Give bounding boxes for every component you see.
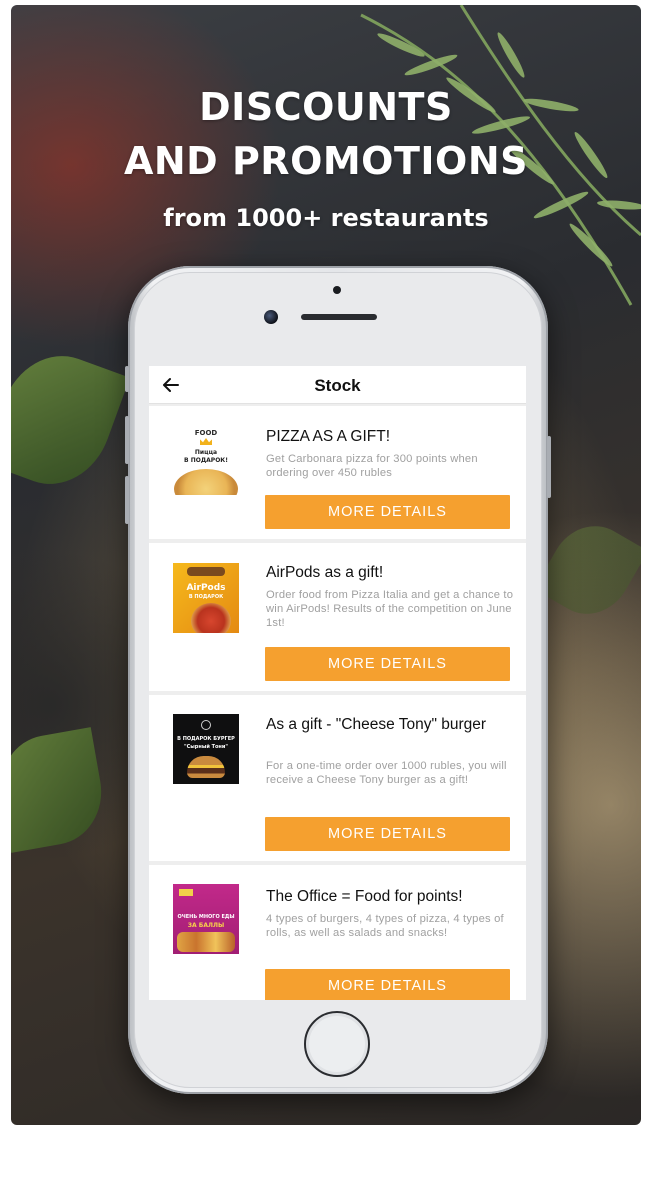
thumbnail-caption: В ПОДАРОК!	[184, 457, 228, 464]
list-item[interactable]: ОЧЕНЬ МНОГО ЕДЫ ЗА БАЛЛЫ The Office = Fo…	[149, 865, 526, 1000]
promo-thumbnail: ОЧЕНЬ МНОГО ЕДЫ ЗА БАЛЛЫ	[173, 884, 239, 954]
app-header: Stock	[149, 366, 526, 404]
promo-description: Order food from Pizza Italia and get a c…	[266, 589, 514, 629]
earpiece-speaker	[301, 314, 377, 320]
basil-leaf-decoration	[11, 340, 130, 500]
more-details-button[interactable]: MORE DETAILS	[265, 647, 510, 681]
pizza-image	[191, 603, 231, 633]
list-item[interactable]: В ПОДАРОК БУРГЕР "Сырный Тони" As a gift…	[149, 695, 526, 861]
burger-image	[187, 756, 225, 778]
brand-logo	[201, 720, 211, 730]
more-details-button[interactable]: MORE DETAILS	[265, 969, 510, 1000]
app-screen: Stock FOOD Пицца В ПОДАРОК! PIZZA AS A G…	[149, 366, 526, 1000]
thumbnail-caption: В ПОДАРОК БУРГЕР	[177, 736, 235, 742]
thumbnail-caption: "Сырный Тони"	[183, 744, 228, 750]
promo-description: Get Carbonara pizza for 300 points when …	[266, 453, 478, 479]
promo-thumbnail: AirPods В ПОДАРОК	[173, 563, 239, 633]
promo-thumbnail: FOOD Пицца В ПОДАРОК!	[173, 425, 239, 495]
promo-description: For a one-time order over 1000 rubles, y…	[266, 760, 507, 786]
promo-title: AirPods as a gift!	[266, 564, 384, 581]
thumbnail-logo: FOOD	[194, 429, 218, 437]
pizza-italia-logo	[187, 567, 225, 576]
thumbnail-caption: Пицца	[194, 449, 218, 456]
phone-side-button	[125, 476, 129, 524]
list-item[interactable]: AirPods В ПОДАРОК AirPods as a gift! Ord…	[149, 543, 526, 691]
promo-thumbnail: В ПОДАРОК БУРГЕР "Сырный Тони"	[173, 714, 239, 784]
promo-title: The Office = Food for points!	[266, 888, 463, 905]
screen-title: Stock	[314, 376, 361, 395]
basil-leaf-decoration	[11, 727, 110, 853]
proximity-sensor	[333, 286, 341, 294]
promo-title: PIZZA AS A GIFT!	[266, 428, 391, 445]
thumbnail-caption: ОЧЕНЬ МНОГО ЕДЫ	[177, 914, 235, 920]
phone-side-button	[547, 436, 551, 498]
pizza-image	[174, 469, 238, 495]
basil-leaf-decoration	[533, 511, 641, 629]
promo-title: As a gift - "Cheese Tony" burger	[266, 716, 487, 733]
headline-line-1: DISCOUNTS	[199, 85, 453, 129]
phone-side-button	[125, 416, 129, 464]
food-image	[177, 932, 235, 952]
headline-line-2: AND PROMOTIONS	[123, 139, 529, 183]
headline-subtitle: from 1000+ restaurants	[163, 204, 489, 232]
thumbnail-caption: В ПОДАРОК	[188, 594, 224, 600]
more-details-button[interactable]: MORE DETAILS	[265, 495, 510, 529]
front-camera	[264, 310, 278, 324]
promo-banner: DISCOUNTS AND PROMOTIONS from 1000+ rest…	[11, 5, 641, 1125]
crown-icon	[200, 438, 212, 445]
phone-mockup: Stock FOOD Пицца В ПОДАРОК! PIZZA AS A G…	[125, 266, 551, 1094]
list-item[interactable]: FOOD Пицца В ПОДАРОК! PIZZA AS A GIFT! G…	[149, 406, 526, 539]
phone-side-button	[125, 366, 129, 392]
thumbnail-caption: ЗА БАЛЛЫ	[187, 922, 225, 929]
promo-description: 4 types of burgers, 4 types of pizza, 4 …	[266, 913, 504, 939]
thumbnail-caption: AirPods	[186, 583, 226, 593]
home-button[interactable]	[304, 1011, 370, 1077]
brand-logo	[179, 889, 193, 896]
more-details-button[interactable]: MORE DETAILS	[265, 817, 510, 851]
